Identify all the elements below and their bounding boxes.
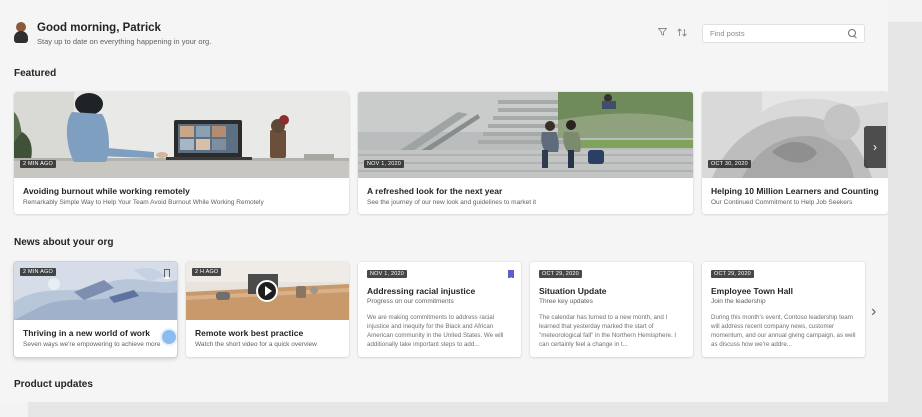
news-card-subtitle: Progress on our commitments bbox=[367, 298, 454, 305]
news-card-title[interactable]: Addressing racial injustice bbox=[367, 286, 475, 296]
news-card-title[interactable]: Remote work best practice bbox=[195, 328, 303, 338]
featured-card-badge: OCT 30, 2020 bbox=[708, 160, 751, 168]
greeting-header: Good morning, Patrick Stay up to date on… bbox=[14, 18, 211, 46]
news-card-subtitle: Seven ways we're empowering to achieve m… bbox=[23, 341, 161, 348]
window-edge-right bbox=[888, 22, 922, 417]
search-placeholder: Find posts bbox=[710, 29, 745, 38]
bookmark-icon[interactable] bbox=[164, 269, 170, 279]
news-card-subtitle: Watch the short video for a quick overvi… bbox=[195, 341, 317, 348]
news-card-title[interactable]: Thriving in a new world of work bbox=[23, 328, 150, 338]
search-icon[interactable] bbox=[848, 29, 857, 38]
news-card-badge: NOV 1, 2020 bbox=[367, 270, 407, 278]
news-card-badge: OCT 29, 2020 bbox=[711, 270, 754, 278]
news-card-subtitle: Join the leadership bbox=[711, 298, 766, 305]
news-card-image: 2 H AGO bbox=[186, 262, 349, 320]
featured-card[interactable]: 2 MIN AGO Avoiding burnout while working… bbox=[14, 92, 349, 214]
play-icon[interactable] bbox=[256, 280, 278, 302]
window-edge-bottom bbox=[28, 402, 922, 417]
news-card-subtitle: Three key updates bbox=[539, 298, 593, 305]
news-card-badge: 2 MIN AGO bbox=[20, 268, 56, 276]
featured-card-badge: 2 MIN AGO bbox=[20, 160, 56, 168]
featured-card-subtitle: See the journey of our new look and guid… bbox=[367, 199, 537, 206]
news-card[interactable]: NOV 1, 2020 Addressing racial injustice … bbox=[358, 262, 521, 357]
bookmark-icon[interactable] bbox=[508, 270, 514, 280]
featured-card-title[interactable]: Helping 10 Million Learners and Counting bbox=[711, 186, 879, 196]
featured-card-badge: NOV 1, 2020 bbox=[364, 160, 404, 168]
news-card-badge: OCT 29, 2020 bbox=[539, 270, 582, 278]
pointer-cursor-indicator bbox=[160, 328, 177, 346]
section-news-title: News about your org bbox=[14, 237, 114, 248]
news-card-image: 2 MIN AGO bbox=[14, 262, 177, 320]
news-card[interactable]: OCT 29, 2020 Situation Update Three key … bbox=[530, 262, 693, 357]
section-product-title: Product updates bbox=[14, 379, 93, 390]
featured-card[interactable]: NOV 1, 2020 A refreshed look for the nex… bbox=[358, 92, 693, 214]
news-card-body: During this month's event, Contoso leade… bbox=[711, 314, 856, 348]
featured-card-image: OCT 30, 2020 bbox=[702, 92, 888, 178]
avatar[interactable] bbox=[14, 22, 28, 44]
featured-card-title[interactable]: A refreshed look for the next year bbox=[367, 186, 502, 196]
featured-next-button[interactable]: › bbox=[864, 126, 886, 168]
featured-card-title[interactable]: Avoiding burnout while working remotely bbox=[23, 186, 190, 196]
section-featured-title: Featured bbox=[14, 68, 57, 79]
news-card[interactable]: 2 MIN AGO Thriving in a new world of wor… bbox=[14, 262, 177, 357]
featured-card-subtitle: Remarkably Simple Way to Help Your Team … bbox=[23, 199, 264, 206]
news-card-title[interactable]: Situation Update bbox=[539, 286, 607, 296]
featured-card-image: 2 MIN AGO bbox=[14, 92, 349, 178]
news-card-body: The calendar has turned to a new month, … bbox=[539, 314, 677, 348]
filter-icon[interactable] bbox=[657, 28, 668, 39]
search-input[interactable]: Find posts bbox=[702, 24, 865, 43]
greeting-subtitle: Stay up to date on everything happening … bbox=[37, 37, 212, 46]
news-next-button[interactable]: › bbox=[871, 303, 876, 321]
news-card[interactable]: OCT 29, 2020 Employee Town Hall Join the… bbox=[702, 262, 865, 357]
news-card-body: We are making commitments to address rac… bbox=[367, 314, 504, 348]
news-feed-app: Good morning, Patrick Stay up to date on… bbox=[0, 0, 888, 402]
news-card-title[interactable]: Employee Town Hall bbox=[711, 286, 793, 296]
featured-card-subtitle: Our Continued Commitment to Help Job See… bbox=[711, 199, 853, 206]
greeting-title: Good morning, Patrick bbox=[37, 22, 161, 34]
chevron-right-icon: › bbox=[871, 303, 877, 320]
sort-icon[interactable] bbox=[677, 28, 687, 40]
news-card[interactable]: 2 H AGO Remote work best practice Watch … bbox=[186, 262, 349, 357]
news-card-badge: 2 H AGO bbox=[192, 268, 222, 276]
featured-card-image: NOV 1, 2020 bbox=[358, 92, 693, 178]
featured-card[interactable]: OCT 30, 2020 Helping 10 Million Learners… bbox=[702, 92, 888, 214]
chevron-right-icon: › bbox=[873, 140, 877, 154]
